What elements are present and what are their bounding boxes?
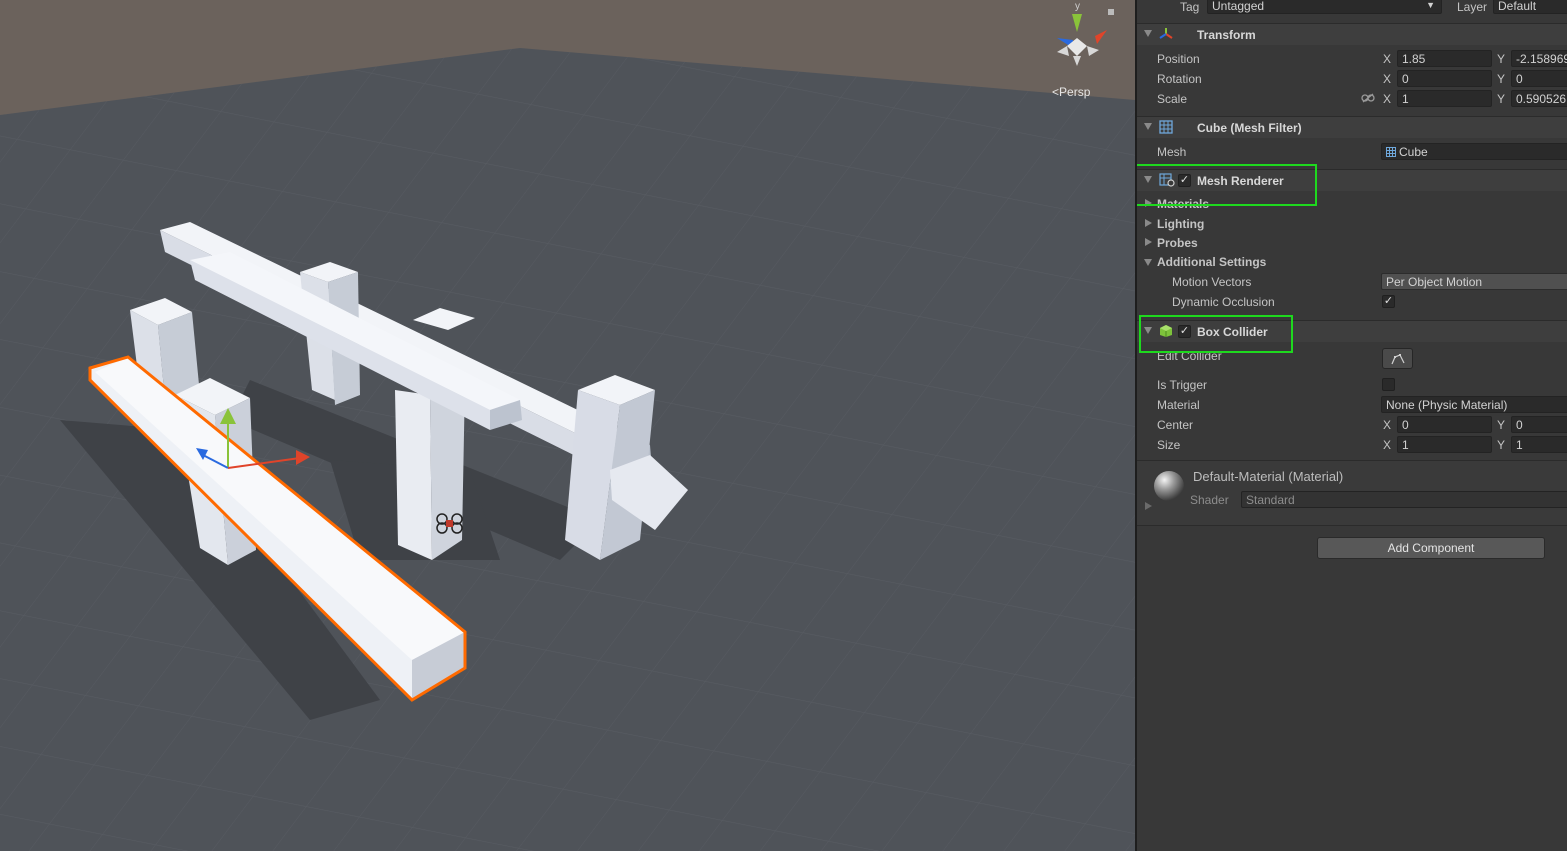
dropdown-arrow-icon: ▼: [1426, 0, 1435, 10]
axis-y-label[interactable]: Y: [1497, 418, 1505, 432]
motion-vectors-dropdown[interactable]: Per Object Motion: [1381, 273, 1567, 290]
add-component-button[interactable]: Add Component: [1317, 537, 1545, 559]
axis-x-label[interactable]: X: [1383, 92, 1391, 106]
rotation-y-field[interactable]: 0: [1511, 70, 1567, 87]
is-trigger-checkbox[interactable]: [1382, 378, 1395, 391]
position-row: Position X 1.85 Y -2.158969: [1137, 49, 1567, 69]
axis-x-label[interactable]: X: [1383, 72, 1391, 86]
size-label: Size: [1157, 438, 1181, 452]
motion-vectors-label: Motion Vectors: [1172, 275, 1252, 289]
rotation-label: Rotation: [1157, 72, 1202, 86]
orientation-gizmo[interactable]: y: [1045, 0, 1120, 80]
foldout-right-arrow-icon[interactable]: [1145, 238, 1152, 246]
scale-row: Scale X 1 Y 0.590526: [1137, 89, 1567, 109]
back-arrow-icon: <: [1052, 85, 1060, 99]
tag-value: Untagged: [1212, 0, 1265, 13]
additional-settings-label: Additional Settings: [1157, 255, 1267, 269]
axis-x-label[interactable]: X: [1383, 52, 1391, 66]
axis-x-label[interactable]: X: [1383, 418, 1391, 432]
tag-label: Tag: [1180, 0, 1200, 14]
lighting-label: Lighting: [1157, 217, 1205, 231]
shader-dropdown[interactable]: Standard: [1241, 491, 1567, 508]
rotation-row: Rotation X 0 Y 0: [1137, 69, 1567, 89]
transform-title: Transform: [1197, 28, 1256, 42]
shader-label: Shader: [1190, 493, 1229, 507]
foldout-arrow-icon[interactable]: [1144, 123, 1152, 130]
constrain-proportions-icon[interactable]: [1361, 93, 1375, 103]
mesh-value: Cube: [1399, 145, 1428, 159]
position-y-field[interactable]: -2.158969: [1511, 50, 1567, 67]
scene-world[interactable]: [0, 0, 1135, 851]
projection-toggle[interactable]: <Persp: [1052, 85, 1090, 99]
foldout-arrow-icon[interactable]: [1144, 30, 1152, 37]
layer-value: Default: [1498, 0, 1537, 13]
size-row: Size X 1 Y 1: [1137, 435, 1567, 455]
material-sphere-icon[interactable]: [1152, 469, 1186, 503]
center-row: Center X 0 Y 0: [1137, 415, 1567, 435]
material-section: Default-Material (Material) Shader Stand…: [1137, 460, 1567, 526]
dynamic-occlusion-label: Dynamic Occlusion: [1172, 295, 1275, 309]
lighting-row[interactable]: Lighting: [1137, 214, 1567, 234]
transform-header[interactable]: Transform: [1137, 23, 1567, 45]
center-x-field[interactable]: 0: [1397, 416, 1492, 433]
scale-label: Scale: [1157, 92, 1188, 106]
probes-row[interactable]: Probes: [1137, 233, 1567, 253]
tag-dropdown[interactable]: Untagged ▼: [1207, 0, 1442, 14]
scene-view[interactable]: y <Persp: [0, 0, 1135, 851]
axis-y-label[interactable]: Y: [1497, 72, 1505, 86]
layer-label: Layer: [1457, 0, 1488, 14]
foldout-down-arrow-icon[interactable]: [1144, 259, 1152, 266]
scale-y-field[interactable]: 0.590526: [1511, 90, 1567, 107]
material-name: Default-Material (Material): [1193, 469, 1344, 484]
projection-label: Persp: [1059, 85, 1091, 99]
motion-vectors-row: Motion Vectors Per Object Motion: [1137, 272, 1567, 292]
mesh-filter-icon: [1159, 120, 1173, 134]
axis-y-label[interactable]: Y: [1497, 52, 1505, 66]
position-label: Position: [1157, 52, 1200, 66]
physic-material-field[interactable]: None (Physic Material): [1381, 396, 1567, 413]
layer-dropdown[interactable]: Default: [1493, 0, 1567, 14]
mesh-grid-icon: [1386, 147, 1396, 157]
gizmo-y-label: y: [1075, 1, 1080, 12]
scale-x-field[interactable]: 1: [1397, 90, 1492, 107]
edit-collider-button[interactable]: [1382, 348, 1413, 369]
rotation-x-field[interactable]: 0: [1397, 70, 1492, 87]
size-y-field[interactable]: 1: [1511, 436, 1567, 453]
mesh-row: Mesh Cube: [1137, 142, 1567, 162]
probes-label: Probes: [1157, 236, 1198, 250]
is-trigger-label: Is Trigger: [1157, 378, 1208, 392]
mesh-label: Mesh: [1157, 145, 1187, 159]
size-x-field[interactable]: 1: [1397, 436, 1492, 453]
position-x-field[interactable]: 1.85: [1397, 50, 1492, 67]
material-label: Material: [1157, 398, 1200, 412]
box-collider-highlight: [1139, 315, 1293, 353]
foldout-right-arrow-icon[interactable]: [1145, 502, 1152, 510]
is-trigger-row: Is Trigger: [1137, 375, 1567, 395]
physic-material-row: Material None (Physic Material): [1137, 395, 1567, 415]
foldout-right-arrow-icon[interactable]: [1145, 219, 1152, 227]
edit-bounds-icon: [1391, 354, 1405, 365]
additional-settings-row[interactable]: Additional Settings: [1137, 252, 1567, 272]
mesh-filter-title: Cube (Mesh Filter): [1197, 121, 1302, 135]
center-label: Center: [1157, 418, 1194, 432]
mesh-filter-header[interactable]: Cube (Mesh Filter): [1137, 116, 1567, 138]
transform-icon: [1159, 28, 1173, 39]
mesh-renderer-highlight: [1137, 164, 1317, 206]
center-y-field[interactable]: 0: [1511, 416, 1567, 433]
mesh-object-field[interactable]: Cube: [1381, 143, 1567, 160]
dynamic-occlusion-row: Dynamic Occlusion ✓: [1137, 292, 1567, 312]
inspector-panel: Tag Untagged ▼ Layer Default Transform P…: [1135, 0, 1567, 851]
tag-layer-row: Tag Untagged ▼ Layer Default: [1137, 0, 1567, 20]
axis-y-label[interactable]: Y: [1497, 92, 1505, 106]
axis-x-label[interactable]: X: [1383, 438, 1391, 452]
axis-y-label[interactable]: Y: [1497, 438, 1505, 452]
dynamic-occlusion-checkbox[interactable]: ✓: [1382, 295, 1395, 308]
